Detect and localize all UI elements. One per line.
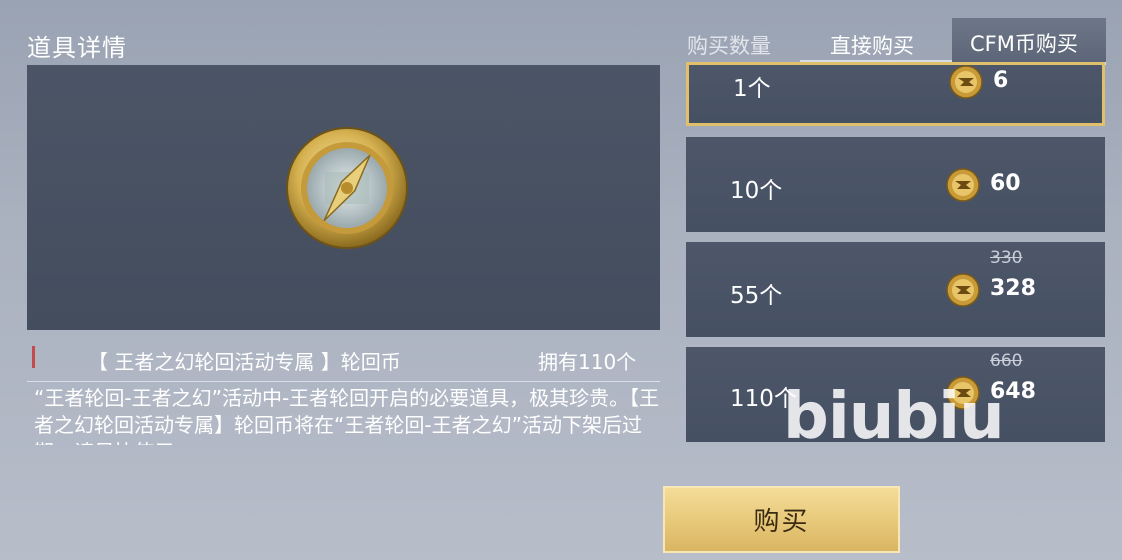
quantity-option-55[interactable]: 55个 330 328 [686,242,1105,337]
divider [27,381,660,382]
option-price: 6 [993,68,1009,93]
item-name: 【 王者之幻轮回活动专属 】轮回币 [88,350,401,374]
option-quantity: 1个 [733,76,771,102]
cfm-coin-icon [946,168,980,202]
option-original-price: 660 [990,351,1023,371]
option-original-price: 330 [990,248,1023,268]
purchase-tabs: 购买数量 直接购买 CFM币购买 [680,18,1106,65]
watermark-text: biubiu [783,380,1005,454]
quantity-option-10[interactable]: 10个 60 [686,137,1105,232]
owned-count: 拥有110个 [538,350,637,374]
item-description: “王者轮回-王者之幻”活动中-王者轮回开启的必要道具，极其珍贵。【王者之幻轮回活… [34,386,660,445]
option-quantity: 10个 [730,178,783,204]
compass-coin-icon [286,127,408,249]
option-quantity: 55个 [730,283,783,309]
title-accent-bar [32,346,35,368]
option-price: 328 [990,276,1036,301]
quantity-label: 购买数量 [687,34,771,58]
cfm-coin-icon [949,65,983,99]
quantity-option-1[interactable]: 1个 6 [686,62,1105,126]
tab-cfm-label: CFM币购买 [970,32,1078,56]
option-price: 60 [990,171,1021,196]
page-title: 道具详情 [27,34,127,62]
tab-cfm-purchase[interactable]: CFM币购买 [952,18,1106,65]
cfm-coin-icon [946,273,980,307]
tab-direct-purchase[interactable]: 直接购买 [830,30,914,60]
buy-button[interactable]: 购买 [663,486,900,553]
